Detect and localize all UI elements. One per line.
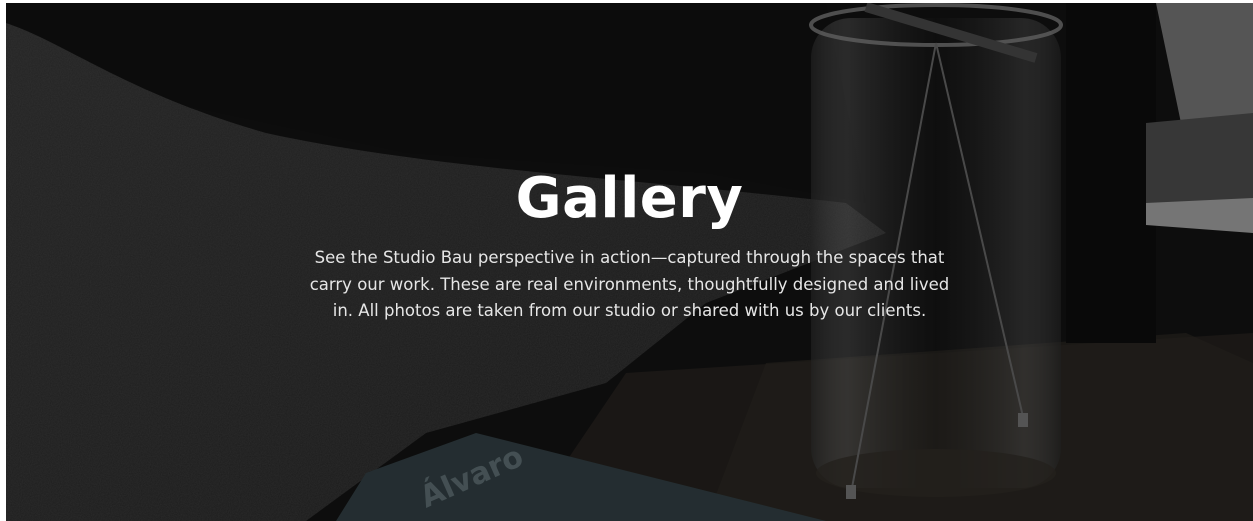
hero-description: See the Studio Bau perspective in action…	[309, 248, 950, 320]
page-title: Gallery	[515, 166, 744, 231]
gallery-hero: Álvaro Gallery See the Studio Bau perspe…	[6, 3, 1253, 521]
hero-content: Gallery See the Studio Bau perspective i…	[6, 161, 1253, 325]
